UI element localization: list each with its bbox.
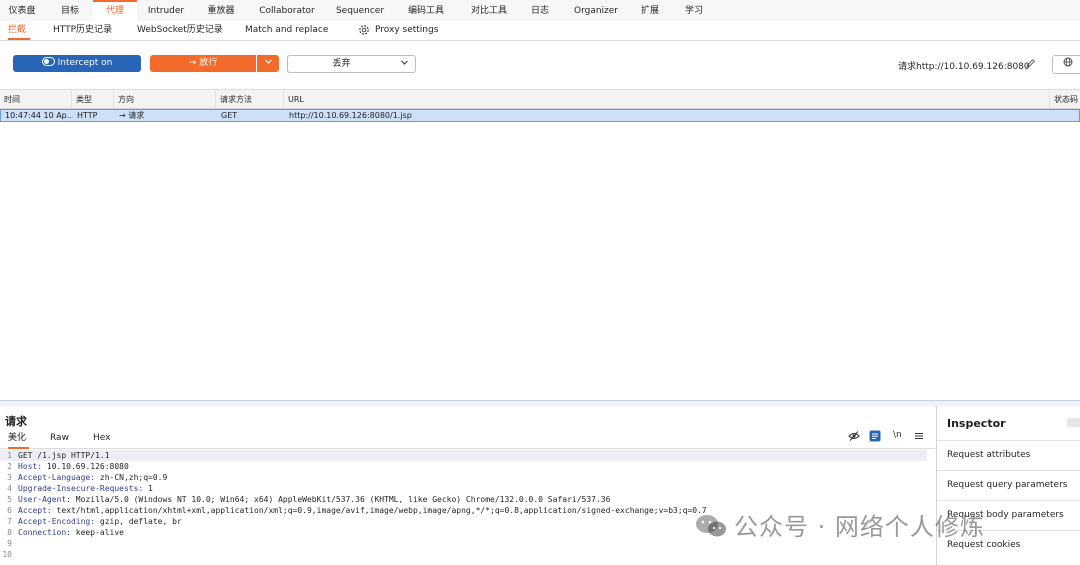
- menu-icon[interactable]: [913, 430, 925, 442]
- column-header-type[interactable]: 类型: [72, 90, 114, 108]
- proxy-sub-tab-bar: 拦截 HTTP历史记录 WebSocket历史记录 Match and repl…: [0, 21, 1080, 41]
- inspector-query-parameters[interactable]: Request query parameters: [937, 470, 1080, 499]
- code-line: 4 Upgrade-Insecure-Requests: 1: [7, 484, 153, 493]
- subtab-http-history[interactable]: HTTP历史记录: [53, 21, 115, 39]
- code-line: 3 Accept-Language: zh-CN,zh;q=0.9: [7, 473, 168, 482]
- column-header-status[interactable]: 状态码: [1050, 90, 1080, 108]
- drop-button[interactable]: 丢弃: [287, 55, 396, 73]
- tab-hex[interactable]: Hex: [93, 432, 113, 447]
- watermark-text: 公众号 · 网络个人修炼: [734, 513, 985, 541]
- watermark: 公众号 · 网络个人修炼: [694, 507, 985, 541]
- cell-url: http://10.10.69.126:8080/1.jsp: [289, 111, 412, 120]
- column-header-method[interactable]: 请求方法: [216, 90, 284, 108]
- cell-method: GET: [221, 111, 238, 120]
- intercept-queue-table: 时间 类型 方向 请求方法 URL 状态码 10:47:44 10 Ap... …: [0, 90, 1080, 400]
- pretty-format-icon[interactable]: [869, 430, 881, 442]
- request-editor: 请求 美化 Raw Hex 1 GET /1.jsp HTTP/1.1 2 Host…: [0, 406, 935, 565]
- hide-eye-icon[interactable]: [848, 430, 860, 442]
- tab-proxy[interactable]: 代理: [93, 0, 137, 22]
- tab-dashboard[interactable]: 仪表盘: [0, 0, 44, 21]
- tab-sequencer[interactable]: Sequencer: [330, 0, 390, 21]
- cell-time: 10:47:44 10 Ap...: [5, 111, 73, 120]
- intercept-label: Intercept on: [57, 58, 113, 68]
- code-line: 2 Host: 10.10.69.126:8080: [7, 462, 129, 471]
- inspector-panel: Inspector Request attributes Request que…: [936, 406, 1080, 565]
- table-row[interactable]: 10:47:44 10 Ap... HTTP → 请求 GET http://1…: [0, 109, 1080, 122]
- tab-extensions[interactable]: 扩展: [636, 0, 664, 21]
- subtab-match-replace[interactable]: Match and replace: [245, 21, 328, 39]
- tab-learn[interactable]: 学习: [680, 0, 708, 21]
- subtab-proxy-settings[interactable]: Proxy settings: [375, 21, 439, 39]
- inspector-layout-icon[interactable]: [1067, 418, 1080, 427]
- column-header-time[interactable]: 时间: [0, 90, 72, 108]
- subtab-websocket-history[interactable]: WebSocket历史记录: [137, 21, 223, 39]
- tab-repeater[interactable]: 重放器: [199, 0, 243, 21]
- column-header-direction[interactable]: 方向: [114, 90, 216, 108]
- tab-organizer[interactable]: Organizer: [568, 0, 624, 21]
- request-panel-title: 请求: [5, 415, 27, 428]
- request-target-label: 请求http://10.10.69.126:8080: [898, 62, 1030, 72]
- chevron-down-icon: [401, 60, 408, 65]
- subtab-intercept[interactable]: 拦截: [8, 21, 30, 40]
- column-header-url[interactable]: URL: [284, 90, 1050, 108]
- forward-options-button[interactable]: [256, 55, 279, 72]
- tab-target[interactable]: 目标: [48, 0, 92, 21]
- intercept-toggle-button[interactable]: Intercept on: [13, 55, 141, 72]
- intercept-toolbar: Intercept on → 放行 丢弃 请求http://10.10.69.1…: [0, 41, 1080, 90]
- tab-logger[interactable]: 日志: [524, 0, 556, 21]
- tab-comparer[interactable]: 对比工具: [461, 0, 517, 21]
- main-tab-bar: 仪表盘 目标 代理 Intruder 重放器 Collaborator Sequ…: [0, 0, 1080, 22]
- inspector-title: Inspector: [947, 417, 1006, 430]
- cell-type: HTTP: [77, 111, 98, 120]
- pencil-icon[interactable]: [1025, 58, 1036, 69]
- code-line: 5 User-Agent: Mozilla/5.0 (Windows NT 10.…: [7, 495, 611, 504]
- tab-raw[interactable]: Raw: [50, 432, 70, 447]
- toggle-icon: [41, 57, 55, 66]
- wechat-icon: [696, 515, 726, 537]
- tab-collaborator[interactable]: Collaborator: [251, 0, 323, 21]
- tab-intruder[interactable]: Intruder: [141, 0, 191, 21]
- newline-toggle-icon[interactable]: \n: [893, 430, 902, 440]
- request-view-tabs: 美化 Raw Hex: [0, 432, 935, 449]
- table-header: 时间 类型 方向 请求方法 URL 状态码: [0, 90, 1080, 109]
- browser-button[interactable]: [1052, 55, 1080, 74]
- code-line: 10: [2, 550, 12, 559]
- globe-icon: [1063, 57, 1073, 67]
- tab-decoder[interactable]: 编码工具: [397, 0, 455, 21]
- chevron-down-icon: [264, 59, 272, 64]
- forward-button[interactable]: → 放行: [150, 55, 256, 72]
- code-line: 1 GET /1.jsp HTTP/1.1: [0, 450, 927, 461]
- drop-options-button[interactable]: [394, 55, 416, 73]
- tab-pretty[interactable]: 美化: [8, 432, 29, 449]
- inspector-request-attributes[interactable]: Request attributes: [937, 440, 1080, 469]
- gear-icon[interactable]: [358, 24, 370, 36]
- cell-direction: → 请求: [119, 111, 145, 120]
